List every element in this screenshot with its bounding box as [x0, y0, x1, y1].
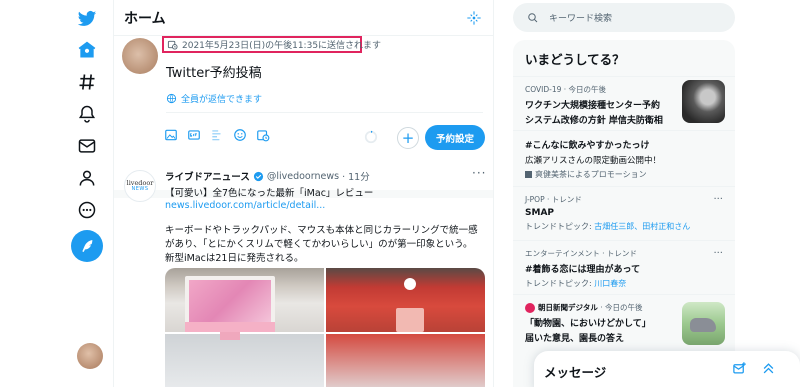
- image-icon[interactable]: [162, 126, 180, 144]
- schedule-notice[interactable]: 2021年5月23日(日)の午後11:35に送信されます: [162, 36, 381, 53]
- character-count-ring: [364, 129, 378, 144]
- tweet-text-line: があり、「とにかくスリムで軽くてかわいらしい」のが第一印象という。: [165, 239, 473, 250]
- divider: [513, 240, 735, 241]
- add-tweet-button[interactable]: +: [397, 127, 419, 149]
- news-source-logo: [525, 303, 535, 313]
- compose-textarea[interactable]: Twitter予約投稿: [166, 62, 262, 81]
- twitter-home-page: ホーム 2021年5月23日(日)の午後11:35に送信されます Twitter…: [0, 0, 800, 387]
- divider: [513, 130, 735, 131]
- trend-topic-label: トレンドトピック:: [525, 279, 595, 288]
- tweet-text-line: 新型iMacは21日に発売される。: [165, 253, 304, 264]
- schedule-notice-text: 2021年5月23日(日)の午後11:35に送信されます: [182, 41, 382, 51]
- trend-more-button[interactable]: ···: [713, 194, 723, 205]
- tweet-photo[interactable]: [326, 268, 485, 332]
- messages-title: メッセージ: [544, 364, 607, 380]
- news-source-name: 朝日新聞デジタル: [538, 303, 598, 312]
- main-timeline: ホーム 2021年5月23日(日)の午後11:35に送信されます Twitter…: [113, 0, 494, 387]
- reply-setting[interactable]: 全員が返信できます: [166, 92, 262, 105]
- twitter-logo-icon[interactable]: [73, 5, 101, 33]
- search-icon: [527, 12, 549, 24]
- main-header: ホーム: [114, 0, 493, 36]
- trend-description: 広瀬アリスさんの限定動画公開中！: [525, 156, 662, 166]
- trend-meta: J-POP · トレンド: [525, 195, 582, 204]
- trend-title: SMAP: [525, 208, 554, 218]
- tweet-photo[interactable]: [326, 334, 485, 387]
- trend-title: #着飾る恋には理由があって: [525, 265, 641, 275]
- trend-meta: エンターテインメント · トレンド: [525, 249, 637, 258]
- person-icon[interactable]: [73, 164, 101, 192]
- divider: [513, 76, 735, 77]
- schedule-icon[interactable]: [254, 126, 272, 144]
- trends-title: いまどうしてる？: [525, 52, 625, 67]
- emoji-icon[interactable]: [231, 126, 249, 144]
- new-message-icon[interactable]: [732, 361, 747, 376]
- page-title: ホーム: [124, 10, 166, 27]
- tweet-link[interactable]: news.livedoor.com/article/detail...: [165, 200, 325, 211]
- livedoor-avatar[interactable]: livedoor NEWS: [124, 170, 156, 202]
- gif-icon[interactable]: [185, 126, 203, 144]
- home-icon[interactable]: [73, 36, 101, 64]
- tweet-text-line: キーボードやトラックパッド、マウスも本体と同じカラーリングで統一感: [165, 225, 478, 236]
- tweet-time[interactable]: · 11分: [342, 169, 370, 183]
- messages-drawer[interactable]: メッセージ: [534, 351, 800, 387]
- messages-actions: [732, 361, 776, 376]
- composer-avatar: [122, 38, 158, 74]
- tweet-photo[interactable]: [165, 268, 324, 340]
- promoted-by: 爽健美茶によるプロモーション: [535, 170, 647, 179]
- mail-icon[interactable]: [73, 132, 101, 160]
- trend-item[interactable]: J-POP · トレンド SMAP トレンドトピック: 古畑任三郎、田村正和さん…: [525, 194, 727, 232]
- left-navigation: [0, 0, 113, 387]
- trend-thumbnail: [682, 302, 725, 345]
- tweet-header: ライブドアニュース @livedoornews · 11分: [165, 169, 370, 184]
- poll-icon[interactable]: [208, 126, 226, 144]
- compose-tweet-icon: [79, 238, 95, 254]
- sparkle-icon[interactable]: [465, 9, 483, 27]
- globe-icon: [166, 93, 181, 104]
- trend-title: #こんなに飲みやすかったっけ: [525, 141, 650, 151]
- composer-toolbar: [162, 126, 272, 144]
- divider: [513, 294, 735, 295]
- trends-panel: いまどうしてる？ COVID-19 · 今日の午後 ワクチン大規模接種センター予…: [513, 40, 735, 387]
- promoted-icon: [525, 171, 532, 178]
- compose-tweet-button[interactable]: [71, 230, 103, 262]
- reply-setting-label: 全員が返信できます: [181, 95, 263, 105]
- tweet-photo[interactable]: [165, 334, 324, 387]
- trend-item[interactable]: #こんなに飲みやすかったっけ 広瀬アリスさんの限定動画公開中！ 爽健美茶によるプ…: [525, 138, 727, 180]
- tweet-text-line: 【可愛い】全7色になった最新「iMac」レビュー: [165, 188, 374, 199]
- avatar-logo-sub: NEWS: [131, 186, 149, 193]
- calendar-clock-icon: [167, 39, 182, 50]
- right-sidebar: キーワード検索 いまどうしてる？ COVID-19 · 今日の午後 ワクチン大規…: [500, 0, 800, 387]
- trend-thumbnail: [682, 80, 725, 123]
- trend-topic-label: トレンドトピック:: [525, 222, 595, 231]
- verified-badge-icon: [253, 171, 264, 182]
- tweet-author-handle[interactable]: @livedoornews: [267, 171, 339, 182]
- trend-topic-link[interactable]: 古畑任三郎、田村正和さん: [594, 222, 690, 231]
- trend-topic-link[interactable]: 川口春奈: [594, 279, 626, 288]
- search-placeholder: キーワード検索: [549, 14, 613, 24]
- search-input[interactable]: キーワード検索: [513, 3, 735, 32]
- hashtag-icon[interactable]: [73, 68, 101, 96]
- account-avatar[interactable]: [77, 343, 103, 369]
- composer-divider: [166, 112, 483, 113]
- divider: [513, 186, 735, 187]
- more-circle-icon[interactable]: [73, 196, 101, 224]
- trend-meta: · 今日の午後: [600, 303, 643, 312]
- chevron-up-double-icon[interactable]: [761, 361, 776, 376]
- tweet-author-name[interactable]: ライブドアニュース: [165, 169, 250, 183]
- tweet-media-grid: [165, 268, 485, 387]
- trend-item[interactable]: エンターテインメント · トレンド #着飾る恋には理由があって トレンドトピック…: [525, 248, 727, 289]
- schedule-button[interactable]: 予約設定: [425, 125, 485, 150]
- bell-icon[interactable]: [73, 100, 101, 128]
- tweet-more-button[interactable]: ···: [472, 166, 486, 180]
- trend-more-button[interactable]: ···: [713, 248, 723, 259]
